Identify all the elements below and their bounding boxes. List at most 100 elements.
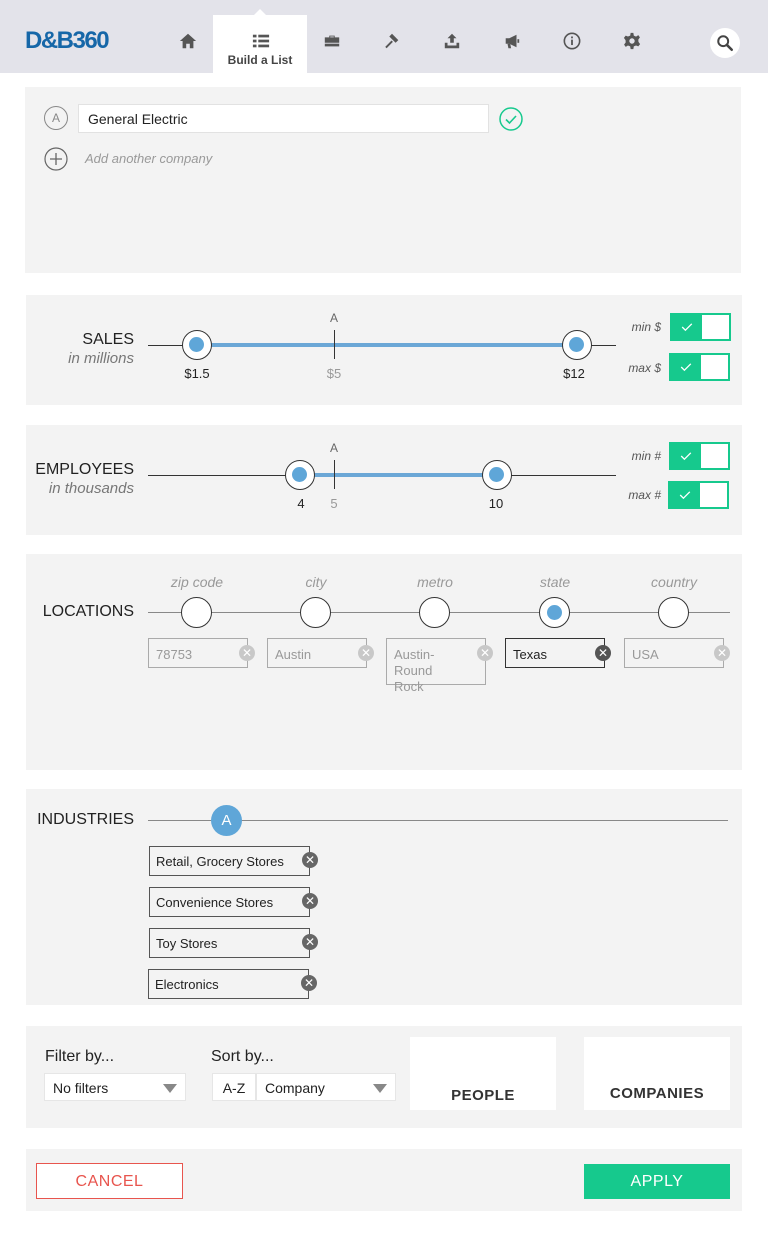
industry-chip[interactable]: Convenience Stores	[149, 887, 310, 917]
employees-max-value: 10	[488, 496, 504, 511]
industry-label: Retail, Grocery Stores	[156, 854, 284, 869]
location-value: Texas	[513, 647, 547, 662]
sales-marker-letter: A	[329, 311, 338, 325]
industry-label: Electronics	[155, 977, 219, 992]
location-value: Austin-Round Rock	[394, 647, 435, 694]
location-heading-zip: zip code	[170, 574, 224, 590]
location-level-metro[interactable]	[419, 597, 450, 628]
employees-marker-letter: A	[329, 441, 338, 455]
location-field-zip[interactable]: 78753	[148, 638, 248, 668]
briefcase-icon[interactable]	[321, 30, 343, 52]
sales-max-value: $12	[563, 366, 585, 381]
apply-button[interactable]: APPLY	[584, 1164, 730, 1199]
employees-min-handle[interactable]	[285, 460, 315, 490]
sales-marker-tick	[334, 330, 335, 359]
location-level-state[interactable]	[539, 597, 570, 628]
employees-max-handle[interactable]	[482, 460, 512, 490]
location-heading-country: country	[651, 574, 697, 590]
industries-letter-marker[interactable]: A	[211, 805, 242, 836]
upload-icon[interactable]	[441, 30, 463, 52]
sales-min-toggle[interactable]	[670, 313, 731, 341]
check-icon	[671, 355, 701, 379]
sales-min-handle[interactable]	[182, 330, 212, 360]
industry-chip[interactable]: Electronics	[148, 969, 309, 999]
industries-label: INDUSTRIES	[37, 811, 134, 828]
search-icon	[717, 35, 734, 52]
location-field-city[interactable]: Austin	[267, 638, 367, 668]
filter-label: Filter by...	[45, 1048, 115, 1065]
sales-marker-value: $5	[326, 366, 342, 381]
app-logo[interactable]: D&B360	[25, 27, 110, 55]
clear-metro-icon[interactable]: ✕	[477, 645, 493, 661]
companies-button-label: COMPANIES	[609, 1085, 705, 1102]
sales-min-toggle-label: min $	[631, 320, 661, 334]
sales-sublabel: in millions	[68, 350, 134, 367]
remove-industry-icon[interactable]: ✕	[302, 852, 318, 868]
clear-city-icon[interactable]: ✕	[358, 645, 374, 661]
companies-button[interactable]: COMPANIES	[584, 1037, 730, 1110]
filter-dropdown[interactable]: No filters	[44, 1073, 186, 1101]
employees-range-fill	[300, 473, 498, 477]
industry-chip[interactable]: Retail, Grocery Stores	[149, 846, 310, 876]
search-button[interactable]	[710, 28, 740, 58]
people-button[interactable]: PEOPLE	[410, 1037, 556, 1110]
company-name-input[interactable]: General Electric	[78, 104, 489, 133]
sales-min-value: $1.5	[184, 366, 210, 381]
filter-value: No filters	[53, 1080, 109, 1096]
add-company-icon[interactable]	[44, 147, 68, 171]
megaphone-icon[interactable]	[501, 30, 523, 52]
people-button-label: PEOPLE	[451, 1087, 515, 1104]
sales-label: SALES	[82, 331, 134, 348]
remove-industry-icon[interactable]: ✕	[302, 893, 318, 909]
employees-min-toggle-label: min #	[631, 449, 661, 463]
location-value: 78753	[156, 647, 193, 662]
check-icon	[671, 444, 701, 468]
chevron-down-icon	[163, 1084, 177, 1093]
home-icon[interactable]	[177, 30, 199, 52]
employees-max-toggle-label: max #	[628, 488, 661, 502]
remove-industry-icon[interactable]: ✕	[301, 975, 317, 991]
cancel-button[interactable]: CANCEL	[36, 1163, 183, 1199]
sort-order-button[interactable]: A-Z	[212, 1073, 256, 1101]
location-level-city[interactable]	[300, 597, 331, 628]
location-field-state[interactable]: Texas	[505, 638, 605, 668]
sort-value: Company	[265, 1080, 325, 1096]
sales-max-handle[interactable]	[562, 330, 592, 360]
industry-chip[interactable]: Toy Stores	[149, 928, 310, 958]
sort-label: Sort by...	[211, 1048, 274, 1065]
sort-dropdown[interactable]: Company	[256, 1073, 396, 1101]
location-level-zip[interactable]	[181, 597, 212, 628]
location-value: Austin	[275, 647, 312, 662]
list-icon	[250, 30, 272, 52]
employees-marker-tick	[334, 460, 335, 489]
clear-zip-icon[interactable]: ✕	[239, 645, 255, 661]
sales-max-toggle-label: max $	[628, 361, 661, 375]
top-nav-bar: D&B360 Build a List	[0, 0, 768, 73]
info-icon[interactable]	[561, 30, 583, 52]
gavel-icon[interactable]	[381, 30, 403, 52]
check-icon	[670, 483, 700, 507]
employees-max-toggle[interactable]	[668, 481, 729, 509]
gear-icon[interactable]	[621, 30, 643, 52]
industry-label: Convenience Stores	[156, 895, 274, 910]
location-level-country[interactable]	[658, 597, 689, 628]
employees-min-toggle[interactable]	[669, 442, 730, 470]
location-heading-state: state	[539, 574, 571, 590]
employees-sublabel: in thousands	[48, 480, 134, 497]
add-company-placeholder[interactable]: Add another company	[85, 151, 212, 166]
nav-item-build-a-list[interactable]: Build a List	[213, 9, 307, 73]
clear-country-icon[interactable]: ✕	[714, 645, 730, 661]
location-field-country[interactable]: USA	[624, 638, 724, 668]
location-field-metro[interactable]: Austin-Round Rock	[386, 638, 486, 694]
check-icon	[672, 315, 702, 339]
clear-state-icon[interactable]: ✕	[595, 645, 611, 661]
remove-industry-icon[interactable]: ✕	[302, 934, 318, 950]
locations-label: LOCATIONS	[42, 603, 134, 620]
verified-check-icon	[499, 107, 523, 131]
nav-item-label: Build a List	[227, 53, 293, 67]
location-value: USA	[632, 647, 659, 662]
location-heading-city: city	[305, 574, 327, 590]
industry-label: Toy Stores	[156, 936, 218, 951]
sales-range-fill	[198, 343, 578, 347]
sales-max-toggle[interactable]	[669, 353, 730, 381]
